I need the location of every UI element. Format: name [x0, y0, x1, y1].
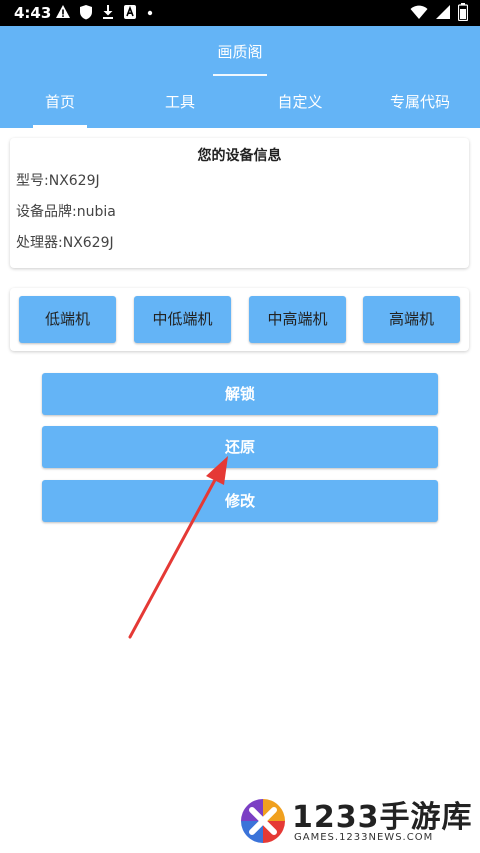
status-bar: 4:43 — [0, 0, 480, 26]
device-brand: 设备品牌:nubia — [16, 204, 116, 220]
device-info-card: 您的设备信息 型号:NX629J 设备品牌:nubia 处理器:NX629J — [10, 138, 469, 268]
status-time: 4:43 — [14, 4, 52, 22]
signal-icon — [436, 5, 450, 19]
battery-icon — [458, 3, 468, 21]
unlock-button[interactable]: 解锁 — [42, 373, 438, 415]
app-title: 画质阁 — [217, 43, 263, 61]
tab-exclusive-code[interactable]: 专属代码 — [360, 76, 480, 128]
dot-icon — [147, 10, 153, 16]
restore-button[interactable]: 还原 — [42, 426, 438, 468]
mid-high-end-button[interactable]: 中高端机 — [249, 296, 346, 343]
status-icons-left — [55, 4, 155, 20]
shield-icon — [80, 5, 92, 20]
watermark-logo-icon — [241, 799, 285, 843]
device-processor: 处理器:NX629J — [16, 235, 114, 251]
app-header: 画质阁 首页 工具 自定义 专属代码 — [0, 26, 480, 128]
watermark-url: GAMES.1233NEWS.COM — [294, 832, 434, 843]
warning-icon — [56, 5, 70, 18]
wifi-icon — [410, 5, 428, 19]
tab-home[interactable]: 首页 — [0, 76, 120, 128]
status-icons-right — [410, 3, 468, 21]
tab-tools[interactable]: 工具 — [120, 76, 240, 128]
modify-button[interactable]: 修改 — [42, 480, 438, 522]
tab-custom[interactable]: 自定义 — [240, 76, 360, 128]
high-end-button[interactable]: 高端机 — [363, 296, 460, 343]
download-icon — [103, 5, 113, 19]
tab-bar: 首页 工具 自定义 专属代码 — [0, 76, 480, 128]
a-icon — [124, 5, 136, 19]
device-info-title: 您的设备信息 — [197, 148, 282, 164]
watermark-brand: 1233手游库 — [292, 800, 473, 835]
mid-low-end-button[interactable]: 中低端机 — [134, 296, 231, 343]
watermark: 1233手游库 GAMES.1233NEWS.COM — [236, 792, 480, 853]
low-end-button[interactable]: 低端机 — [19, 296, 116, 343]
device-model: 型号:NX629J — [16, 173, 100, 189]
device-tier-card: 低端机 中低端机 中高端机 高端机 — [10, 288, 469, 351]
